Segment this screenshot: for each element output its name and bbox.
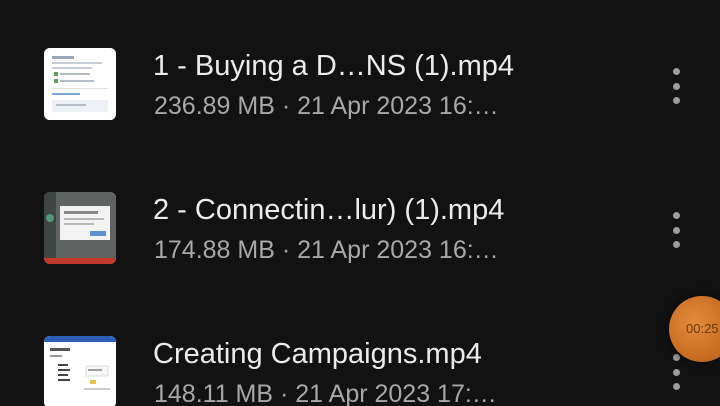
more-vertical-icon — [672, 68, 680, 75]
more-vertical-icon-dot — [672, 241, 680, 248]
file-item[interactable]: Creating Campaigns.mp4 148.11 MB · 21 Ap… — [0, 318, 720, 406]
file-meta: 236.89 MB · 21 Apr 2023 16:… — [154, 92, 499, 120]
video-thumbnail — [44, 192, 116, 264]
webpage-screenshot-thumbnail — [44, 336, 116, 406]
more-vertical-icon-dot — [672, 383, 680, 390]
file-title: 2 - Connectin…lur) (1).mp4 — [153, 194, 505, 226]
more-vertical-icon — [672, 354, 680, 361]
file-list: 1 - Buying a D…NS (1).mp4 236.89 MB · 21… — [0, 0, 720, 406]
dialog-screenshot-thumbnail — [44, 192, 116, 264]
more-options-button[interactable] — [666, 212, 686, 248]
file-item[interactable]: 2 - Connectin…lur) (1).mp4 174.88 MB · 2… — [0, 174, 720, 274]
more-options-button[interactable] — [666, 354, 686, 390]
file-title: Creating Campaigns.mp4 — [153, 338, 482, 370]
file-meta: 174.88 MB · 21 Apr 2023 16:… — [154, 236, 499, 264]
file-title: 1 - Buying a D…NS (1).mp4 — [153, 50, 515, 82]
file-item[interactable]: 1 - Buying a D…NS (1).mp4 236.89 MB · 21… — [0, 30, 720, 130]
more-vertical-icon-dot — [672, 82, 680, 90]
more-options-button[interactable] — [666, 68, 686, 104]
document-screenshot-thumbnail — [44, 48, 116, 120]
more-vertical-icon-dot — [672, 226, 680, 234]
video-thumbnail — [44, 336, 116, 406]
more-vertical-icon — [672, 212, 680, 219]
file-meta: 148.11 MB · 21 Apr 2023 17:… — [154, 380, 497, 406]
more-vertical-icon-dot — [672, 368, 680, 376]
more-vertical-icon-dot — [672, 97, 680, 104]
video-thumbnail — [44, 48, 116, 120]
